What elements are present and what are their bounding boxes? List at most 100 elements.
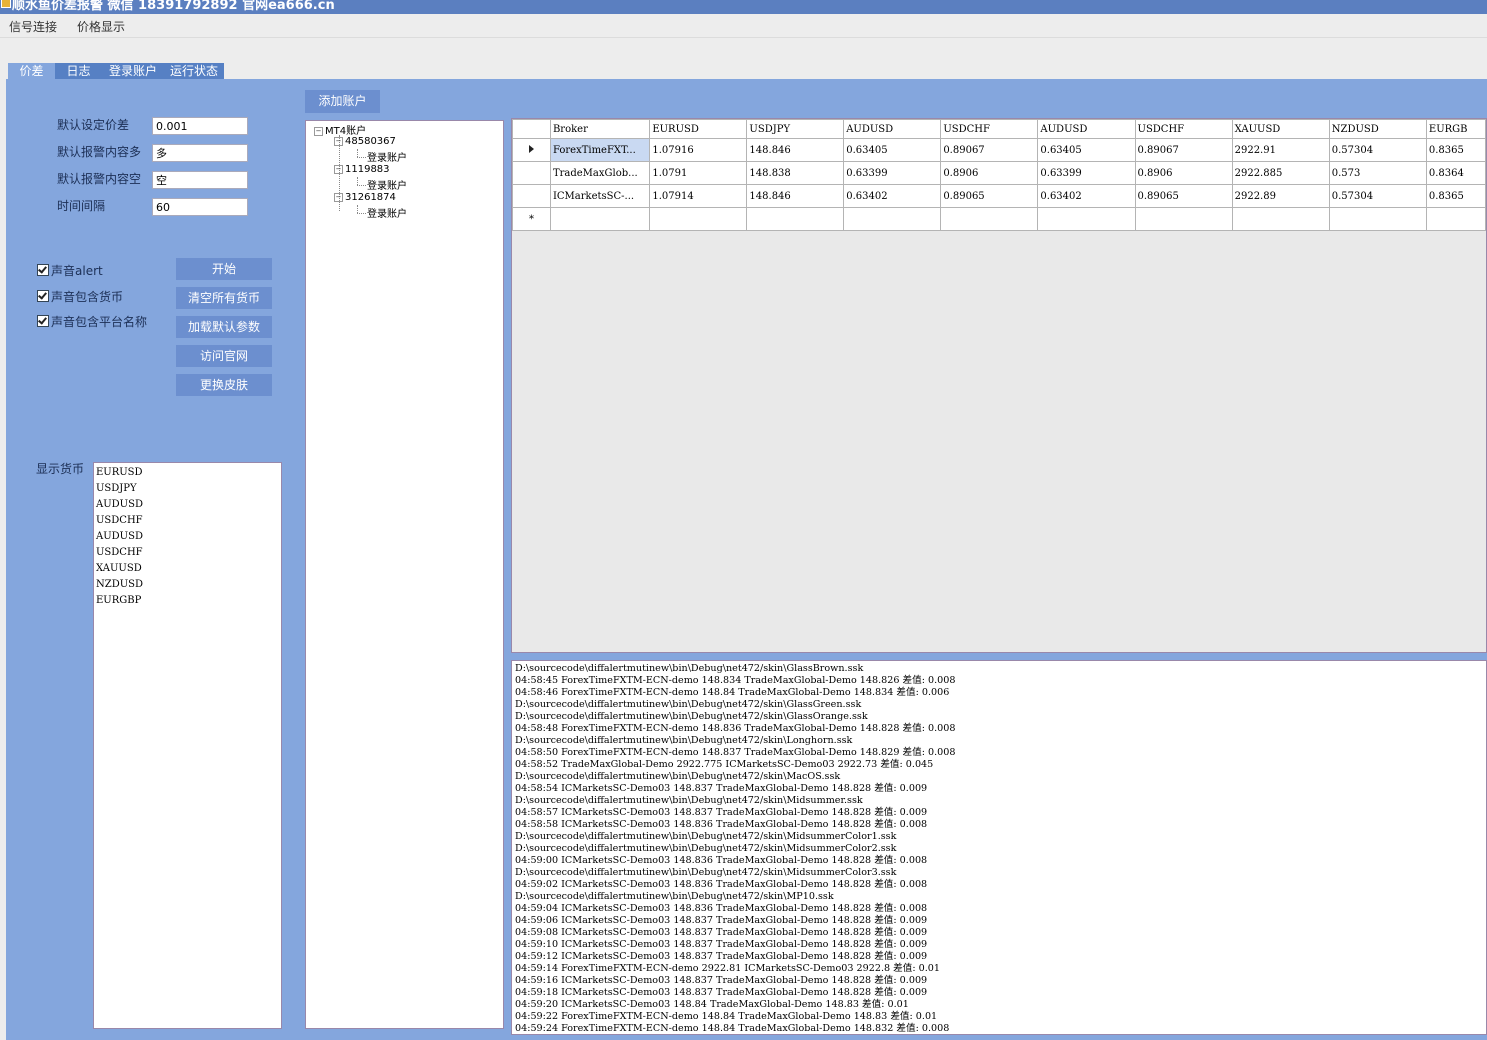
table-cell[interactable]: TradeMaxGlob... [549,161,651,185]
table-cell[interactable]: 2922.89 [1231,184,1330,208]
list-item[interactable]: AUDUSD [94,497,281,513]
column-header[interactable]: NZDUSD [1328,119,1427,139]
table-cell[interactable]: 2922.91 [1231,138,1330,162]
column-header[interactable]: XAUUSD [1231,119,1330,139]
tree-login-node[interactable]: 登录账户 [367,205,407,220]
table-cell[interactable]: 2922.885 [1231,161,1330,185]
menu-signal-connect[interactable]: 信号连接 [9,18,57,35]
log-textbox[interactable]: D:\sourcecode\diffalertmutinew\bin\Debug… [511,660,1487,1035]
table-cell[interactable]: 0.89065 [1134,184,1233,208]
table-cell[interactable] [649,207,748,231]
tree-account-node[interactable]: −1119883 [334,164,390,175]
table-cell[interactable]: 0.89065 [940,184,1039,208]
table-cell[interactable]: 148.838 [746,161,845,185]
tree-account-node[interactable]: −48580367 [334,136,396,147]
collapse-icon[interactable]: − [334,165,343,174]
list-item[interactable]: USDCHF [94,545,281,561]
list-item[interactable]: AUDUSD [94,529,281,545]
table-cell[interactable]: 0.57304 [1328,184,1427,208]
table-row[interactable]: ICMarketsSC-... 1.07914 148.846 0.63402 … [512,184,1486,208]
table-cell[interactable]: 1.07916 [649,138,748,162]
sound-currency-checkbox[interactable]: 声音包含货币 [37,288,123,305]
table-cell[interactable]: 0.63405 [1037,138,1136,162]
short-alert-input[interactable]: 空 [152,171,248,189]
table-cell[interactable]: 0.57304 [1328,138,1427,162]
list-item[interactable]: USDJPY [94,481,281,497]
column-header[interactable]: Broker [549,119,651,139]
table-cell[interactable]: 0.89067 [1134,138,1233,162]
table-cell[interactable] [1231,207,1330,231]
list-item[interactable]: EURGBP [94,593,281,609]
column-header[interactable]: USDJPY [746,119,845,139]
table-cell[interactable]: 0.63405 [843,138,942,162]
column-header[interactable]: AUDUSD [1037,119,1136,139]
table-cell[interactable]: 0.573 [1328,161,1427,185]
list-item[interactable]: EURUSD [94,465,281,481]
visit-website-button[interactable]: 访问官网 [176,345,272,367]
table-cell[interactable]: 1.0791 [649,161,748,185]
row-header[interactable] [512,161,551,185]
table-cell[interactable] [746,207,845,231]
table-cell[interactable]: 0.8365 [1425,184,1486,208]
table-cell[interactable] [940,207,1039,231]
tree-root[interactable]: − MT4账户 [314,122,366,137]
list-item[interactable]: XAUUSD [94,561,281,577]
add-account-button[interactable]: 添加账户 [305,90,380,113]
tab-run-status[interactable]: 运行状态 [164,63,224,79]
start-button[interactable]: 开始 [176,258,272,280]
list-item[interactable]: USDCHF [94,513,281,529]
long-alert-input[interactable]: 多 [152,144,248,162]
tab-login-account[interactable]: 登录账户 [102,63,164,79]
menu-price-display[interactable]: 价格显示 [77,18,125,35]
row-header[interactable] [512,138,551,162]
table-row[interactable]: ForexTimeFXT... 1.07916 148.846 0.63405 … [512,138,1486,162]
table-cell[interactable]: 0.89067 [940,138,1039,162]
spread-input[interactable]: 0.001 [152,117,248,135]
table-cell[interactable] [549,207,651,231]
tree-login-node[interactable]: 登录账户 [367,177,407,192]
collapse-icon[interactable]: − [334,193,343,202]
table-cell[interactable] [1328,207,1427,231]
column-header[interactable]: USDCHF [940,119,1039,139]
tab-log[interactable]: 日志 [55,63,102,79]
table-cell[interactable] [1425,207,1486,231]
column-header[interactable]: EURUSD [649,119,748,139]
column-header[interactable]: EURGB [1425,119,1486,139]
table-cell[interactable]: ICMarketsSC-... [549,184,651,208]
interval-input[interactable]: 60 [152,198,248,216]
price-grid[interactable]: Broker EURUSD USDJPY AUDUSD USDCHF AUDUS… [511,118,1487,653]
account-tree[interactable]: − MT4账户 −48580367 登录账户 −1119883 登录账户 −312… [305,120,504,1029]
table-cell[interactable]: ForexTimeFXT... [549,138,651,162]
table-cell[interactable]: 0.63402 [843,184,942,208]
table-cell[interactable] [843,207,942,231]
load-defaults-button[interactable]: 加载默认参数 [176,316,272,338]
table-cell[interactable]: 0.8906 [940,161,1039,185]
table-cell[interactable]: 148.846 [746,184,845,208]
list-item[interactable]: NZDUSD [94,577,281,593]
table-cell[interactable]: 0.8364 [1425,161,1486,185]
tree-account-node[interactable]: −31261874 [334,192,396,203]
table-cell[interactable]: 1.07914 [649,184,748,208]
row-header[interactable] [512,184,551,208]
collapse-icon[interactable]: − [314,127,323,136]
clear-currencies-button[interactable]: 清空所有货币 [176,287,272,309]
table-cell[interactable]: 0.63399 [843,161,942,185]
column-header[interactable]: USDCHF [1134,119,1233,139]
tree-login-node[interactable]: 登录账户 [367,149,407,164]
table-row[interactable]: TradeMaxGlob... 1.0791 148.838 0.63399 0… [512,161,1486,185]
currency-listbox[interactable]: EURUSD USDJPY AUDUSD USDCHF AUDUSD USDCH… [93,462,282,1029]
table-cell[interactable] [1134,207,1233,231]
table-cell[interactable]: 148.846 [746,138,845,162]
change-skin-button[interactable]: 更换皮肤 [176,374,272,396]
table-cell[interactable]: 0.63399 [1037,161,1136,185]
table-cell[interactable]: 0.63402 [1037,184,1136,208]
table-cell[interactable] [1037,207,1136,231]
column-header[interactable]: AUDUSD [843,119,942,139]
table-cell[interactable]: 0.8365 [1425,138,1486,162]
sound-alert-checkbox[interactable]: 声音alert [37,262,103,279]
check-icon [37,264,49,276]
sound-platform-checkbox[interactable]: 声音包含平台名称 [37,313,147,330]
collapse-icon[interactable]: − [334,137,343,146]
table-new-row[interactable]: * [512,207,1486,231]
table-cell[interactable]: 0.8906 [1134,161,1233,185]
